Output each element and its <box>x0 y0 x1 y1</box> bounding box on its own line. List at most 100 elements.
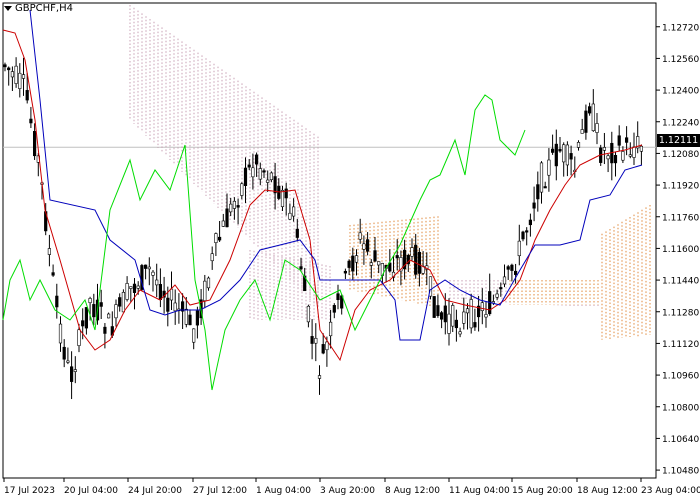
candle-body <box>299 266 303 270</box>
candle-body <box>81 320 85 327</box>
candle-body <box>543 186 547 189</box>
plot-frame <box>2 2 657 479</box>
candle-body <box>547 159 551 176</box>
candle-body <box>558 148 562 152</box>
candle-body <box>70 366 74 382</box>
candle-body <box>158 284 163 300</box>
price-chart[interactable]: 1.12720 1.12560 1.12400 1.12240 1.12080 1.119… <box>0 0 700 500</box>
candle-body <box>255 154 259 165</box>
candle-body <box>613 155 618 164</box>
candle-body <box>243 167 248 187</box>
candle-body <box>188 314 192 326</box>
candle-body <box>417 251 422 274</box>
candle-body <box>77 329 81 346</box>
y-tick-label: 1.11120 <box>662 340 699 350</box>
candle-body <box>513 270 518 275</box>
candle-body <box>14 65 18 84</box>
candle-body <box>447 313 451 334</box>
candle-body <box>7 67 11 71</box>
candle-body <box>532 202 536 209</box>
candle-body <box>192 328 196 343</box>
candle-body <box>451 305 455 327</box>
candle-body <box>595 123 599 133</box>
candle-body <box>84 307 88 329</box>
x-tick-label: 1 Aug 04:00 <box>256 486 311 496</box>
candle-body <box>632 146 636 158</box>
candle-body <box>18 72 22 89</box>
candle-body <box>51 272 55 276</box>
candle-body <box>195 310 200 326</box>
x-tick-label: 17 Jul 2023 <box>4 486 55 496</box>
candle-body <box>569 153 573 160</box>
symbol-title[interactable]: GBPCHF,H4 <box>4 3 73 14</box>
candle-body <box>29 118 33 124</box>
candle-body <box>454 319 459 329</box>
candle-body <box>232 200 237 209</box>
candle-body <box>576 142 581 148</box>
candle-body <box>262 170 266 173</box>
candle-body <box>410 247 414 257</box>
candle-body <box>251 167 255 178</box>
candle-body <box>502 276 507 285</box>
candle-body <box>332 305 336 313</box>
y-tick-label: 1.12400 <box>662 87 699 97</box>
x-tick-label: 8 Aug 12:00 <box>385 486 440 496</box>
chikou-span-line <box>2 94 526 391</box>
candle-body <box>443 305 447 323</box>
candle-body <box>495 293 499 298</box>
candle-body <box>273 176 277 194</box>
candle-body <box>173 302 177 312</box>
candle-body <box>432 296 436 318</box>
y-tick-label: 1.11600 <box>662 245 699 255</box>
candle-body <box>114 304 118 319</box>
candle-body <box>510 264 514 271</box>
y-tick-label: 1.12080 <box>662 150 699 160</box>
candle-body <box>55 295 59 308</box>
candle-body <box>369 262 373 266</box>
candle-body <box>155 279 159 286</box>
candle-body <box>587 106 592 114</box>
candle-body <box>295 228 299 238</box>
candle-body <box>288 212 292 220</box>
candle-body <box>218 236 222 241</box>
candle-body <box>639 145 643 152</box>
current-price-tag: 1.12111 <box>657 134 700 147</box>
y-tick-label: 1.12240 <box>662 118 699 128</box>
candle-body <box>343 270 348 274</box>
candle-body <box>525 230 529 233</box>
y-tick-label: 1.11440 <box>662 277 699 287</box>
candle-body <box>539 162 544 193</box>
candle-body <box>458 331 462 335</box>
candle-body <box>565 144 569 166</box>
triangle-down-icon[interactable] <box>4 6 12 11</box>
candle-body <box>258 168 262 180</box>
y-tick-label: 1.10640 <box>662 435 699 445</box>
candle-body <box>506 266 510 270</box>
candle-body <box>314 337 318 344</box>
x-tick-label: 24 Jul 20:00 <box>128 486 182 496</box>
candle-body <box>247 164 251 168</box>
candle-body <box>351 255 355 272</box>
candle-body <box>354 255 359 263</box>
candle-body <box>147 266 151 270</box>
candle-body <box>528 219 532 226</box>
candle-body <box>591 103 595 131</box>
chart-window[interactable]: 1.12720 1.12560 1.12400 1.12240 1.12080 1.119… <box>0 0 700 500</box>
candle-body <box>92 304 96 318</box>
candle-body <box>336 293 340 301</box>
candle-body <box>328 321 333 337</box>
candle-body <box>280 190 285 207</box>
candle-body <box>358 232 362 240</box>
candle-body <box>47 248 51 255</box>
candle-body <box>317 375 322 379</box>
y-tick-label: 1.10800 <box>662 403 699 413</box>
candle-body <box>473 322 477 328</box>
candle-body <box>621 151 625 161</box>
candle-body <box>10 71 14 78</box>
candle-body <box>62 346 66 360</box>
y-tick-label: 1.11760 <box>662 213 699 223</box>
symbol-title-text: GBPCHF,H4 <box>15 3 73 14</box>
candle-body <box>306 305 311 323</box>
candle-body <box>221 220 225 227</box>
candle-body <box>554 143 558 167</box>
